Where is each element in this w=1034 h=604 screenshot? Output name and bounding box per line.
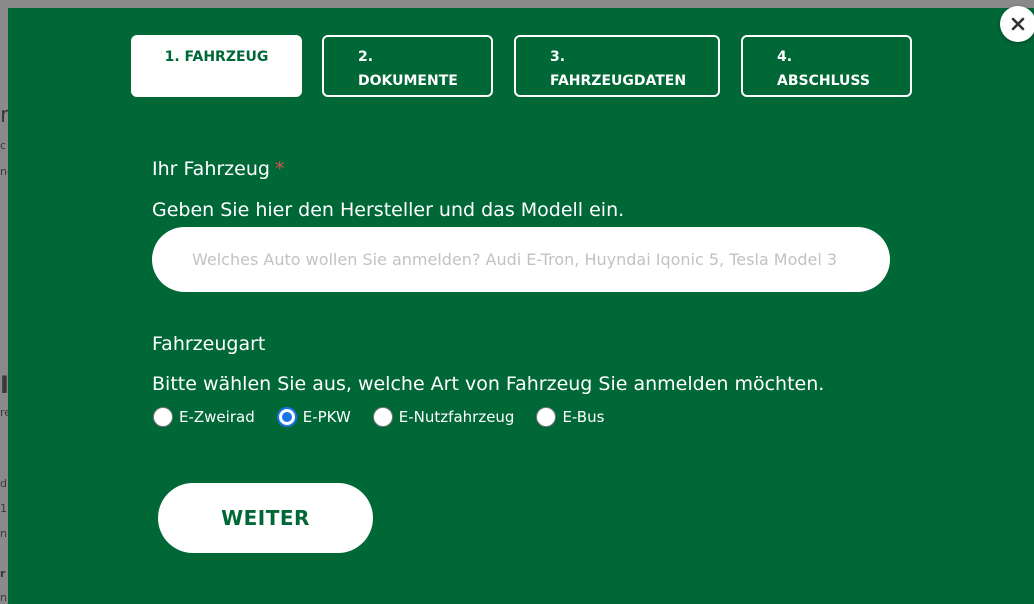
radio-button[interactable] [276, 407, 297, 427]
vehicle-type-label: Fahrzeugart [152, 333, 266, 355]
background-text: r [0, 567, 6, 580]
radio-label: E-Zweirad [179, 408, 255, 426]
radio-e-zweirad[interactable]: E-Zweirad [153, 407, 255, 427]
background-text: n [0, 527, 7, 540]
radio-button[interactable] [536, 407, 557, 427]
background-text: n [0, 591, 7, 604]
radio-label: E-PKW [302, 408, 351, 426]
close-icon [1011, 17, 1025, 31]
radio-label: E-Nutzfahrzeug [398, 408, 515, 426]
step-number: 4. [777, 49, 793, 65]
radio-e-nutzfahrzeug[interactable]: E-Nutzfahrzeug [372, 407, 515, 427]
step-tab-abschluss[interactable]: 4. ABSCHLUSS [741, 35, 912, 97]
step-tab-dokumente[interactable]: 2. DOKUMENTE [322, 35, 493, 97]
radio-label: E-Bus [562, 408, 605, 426]
step-label: FAHRZEUGDATEN [550, 73, 687, 89]
vehicle-type-hint: Bitte wählen Sie aus, welche Art von Fah… [152, 373, 825, 395]
step-number: 3. [550, 49, 566, 65]
step-tab-fahrzeug[interactable]: 1. FAHRZEUG [131, 35, 302, 97]
required-marker: * [274, 158, 285, 180]
background-text: d [0, 477, 7, 490]
step-label: 1. FAHRZEUG [164, 49, 269, 65]
next-button[interactable]: WEITER [158, 483, 373, 553]
radio-button[interactable] [153, 407, 173, 427]
radio-e-bus[interactable]: E-Bus [536, 407, 604, 427]
step-number: 2. [358, 49, 374, 65]
step-label: ABSCHLUSS [777, 73, 870, 89]
radio-e-pkw[interactable]: E-PKW [276, 407, 351, 427]
step-label: DOKUMENTE [358, 73, 458, 89]
close-button[interactable] [1000, 6, 1034, 42]
vehicle-model-input[interactable] [152, 227, 890, 292]
vehicle-type-radio-group: E-Zweirad E-PKW E-Nutzfahrzeug E-Bus [153, 407, 626, 427]
vehicle-field-hint: Geben Sie hier den Hersteller und das Mo… [152, 199, 625, 221]
background-text: 1 [0, 502, 7, 515]
radio-button[interactable] [372, 407, 393, 427]
background-text: c [0, 139, 7, 152]
step-tab-fahrzeugdaten[interactable]: 3. FAHRZEUGDATEN [514, 35, 720, 97]
vehicle-field-label: Ihr Fahrzeug * [152, 158, 285, 180]
